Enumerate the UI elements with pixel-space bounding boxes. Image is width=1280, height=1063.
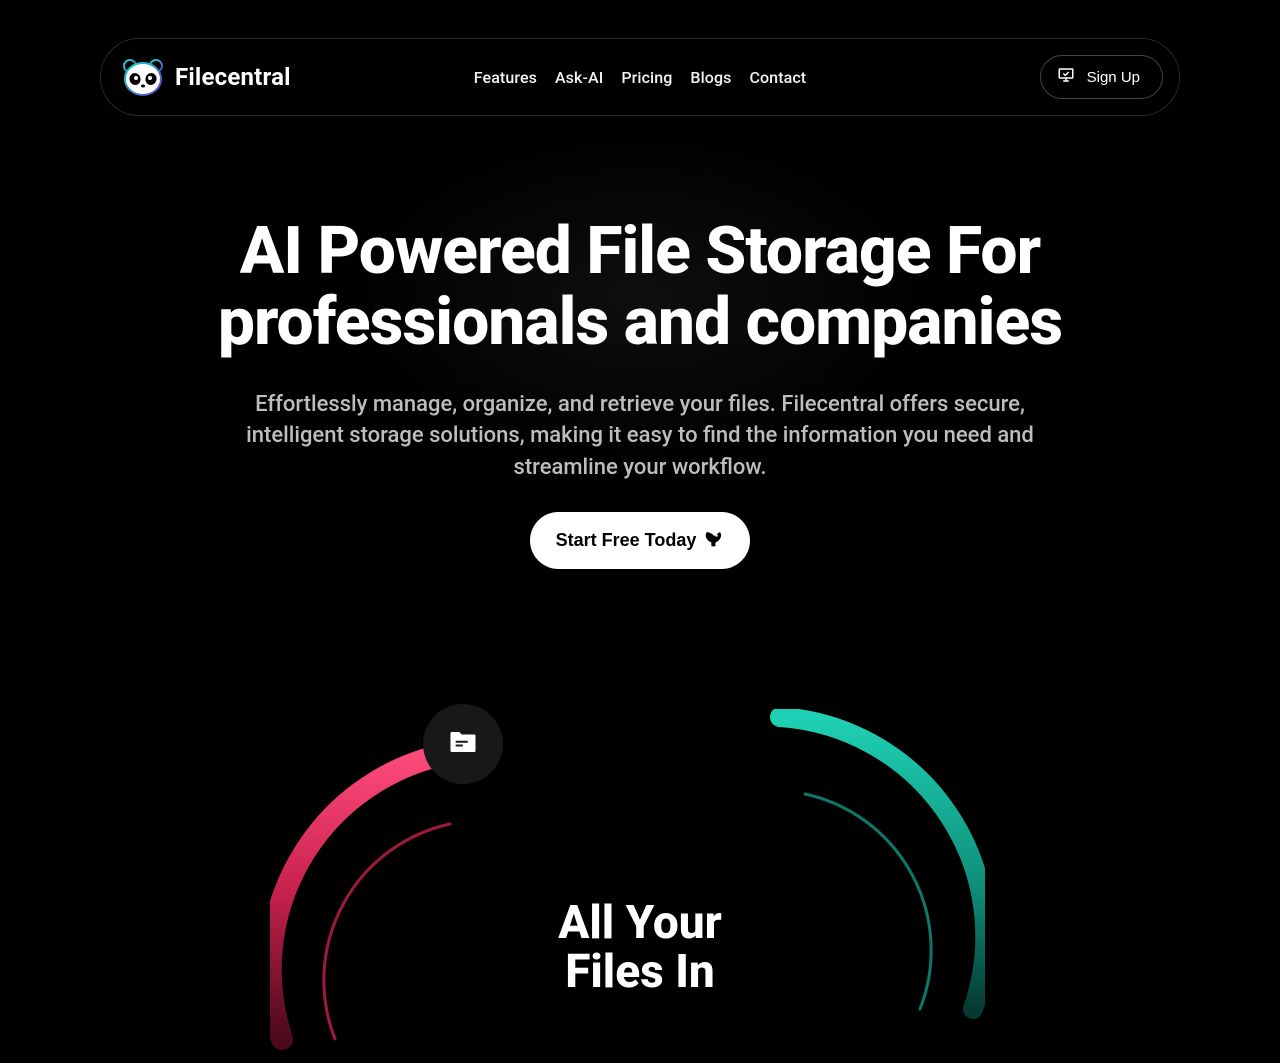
nav-link-features[interactable]: Features [474,68,537,87]
arc-left-decorative-icon [270,739,530,1063]
hero-subtitle: Effortlessly manage, organize, and retri… [225,389,1055,485]
cta-label: Start Free Today [556,530,697,551]
hero: AI Powered File Storage For professional… [0,216,1280,569]
nav-link-pricing[interactable]: Pricing [621,68,672,87]
panda-logo-icon [121,57,165,97]
section-heading-line1: All Your [558,896,722,950]
navbar: Filecentral Features Ask-AI Pricing Blog… [100,38,1180,116]
signup-label: Sign Up [1087,69,1140,86]
section-heading: All Your Files In [558,899,722,996]
presentation-icon [1057,66,1075,88]
logo[interactable]: Filecentral [121,57,291,97]
hero-title-line2: professionals and companies [218,284,1062,361]
hero-title: AI Powered File Storage For professional… [80,216,1200,359]
signup-button[interactable]: Sign Up [1040,55,1163,99]
start-free-button[interactable]: Start Free Today [530,512,751,569]
below-fold-section: All Your Files In [0,709,1280,1059]
arc-right-decorative-icon [725,709,985,1033]
folder-icon [448,729,478,759]
rocket-icon [704,528,724,553]
folder-badge [423,704,503,784]
section-heading-line2: Files In [565,945,715,999]
nav-link-blogs[interactable]: Blogs [690,68,731,87]
brand-name: Filecentral [175,63,291,91]
nav-links: Features Ask-AI Pricing Blogs Contact [474,68,806,87]
hero-title-line1: AI Powered File Storage For [240,213,1040,290]
nav-link-ask-ai[interactable]: Ask-AI [555,68,603,87]
nav-link-contact[interactable]: Contact [749,68,806,87]
